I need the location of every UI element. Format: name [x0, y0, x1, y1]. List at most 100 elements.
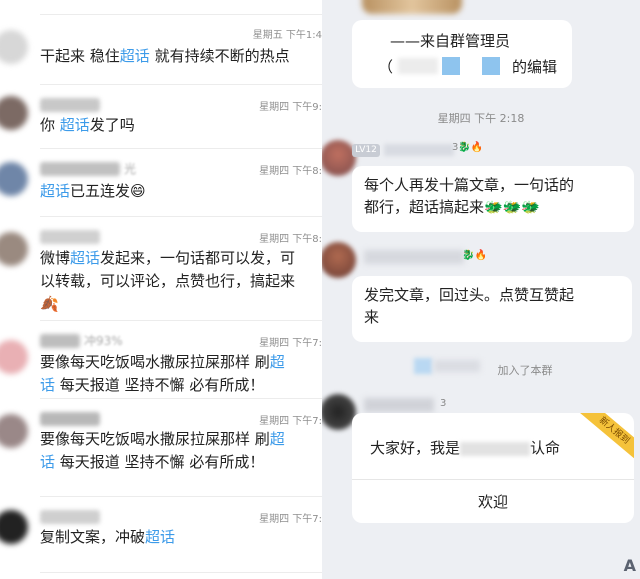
topic-link[interactable]: 超话 — [120, 47, 150, 65]
avatar[interactable] — [0, 30, 28, 64]
admin-edit-text: 的编辑 — [512, 58, 558, 76]
badge-icons-1: 3🐉🔥 — [452, 142, 484, 153]
welcome-greeting: 大家好，我是 认命 — [370, 437, 560, 458]
avatar[interactable] — [0, 162, 28, 196]
level-badge: LV12 — [352, 144, 380, 157]
text-run: 以转载，可以评论，点赞也行，搞起来 — [40, 272, 296, 290]
topic-link[interactable]: 话 — [40, 376, 55, 394]
avatar[interactable] — [0, 340, 28, 374]
username-redacted — [40, 162, 120, 176]
comment-text: 🍂 — [40, 293, 59, 316]
comment-time: 星期四 下午7: — [259, 514, 322, 525]
card-divider — [352, 479, 634, 480]
topic-link[interactable]: 超话 — [145, 528, 175, 546]
message-2-line2: 来 — [364, 308, 380, 326]
avatar[interactable] — [0, 510, 28, 544]
username-redacted — [40, 412, 100, 426]
avatar[interactable] — [0, 232, 28, 266]
message-1-line2: 都行，超话搞起来🐲🐲🐲 — [364, 198, 541, 216]
avatar-2[interactable] — [322, 242, 356, 278]
new-member-ribbon: 新人报到 — [579, 413, 634, 462]
admin-paren: （ — [378, 58, 394, 76]
text-run: 🍂 — [40, 295, 59, 313]
comment-text: 超话已五连发😄 — [40, 180, 146, 203]
comment-text: 要像每天吃饭喝水撒尿拉屎那样 刷超 — [40, 351, 285, 374]
comment-time: 星期四 下午7: — [259, 338, 322, 349]
divider — [40, 496, 322, 497]
text-run: 干起来 稳住 — [40, 47, 120, 65]
comment-time: 星期四 下午8: — [259, 234, 322, 245]
text-run: 已五连发 — [70, 182, 131, 200]
name-redacted-3 — [364, 398, 434, 412]
text-run: 发了吗 — [89, 116, 135, 134]
text-run: 你 — [40, 116, 60, 134]
topic-link[interactable]: 超话 — [60, 116, 90, 134]
text-run: 😄 — [130, 182, 146, 200]
left-comment-list: 星期五 下午1:4 干起来 稳住超话 就有持续不断的热点 星期四 下午9: 你 超话发… — [0, 0, 322, 579]
username-redacted — [40, 98, 100, 112]
divider — [40, 148, 322, 149]
comment-time: 星期四 下午8: — [259, 166, 322, 177]
topic-link[interactable]: 超 — [270, 430, 285, 448]
top-partial-divider — [40, 14, 322, 15]
avatar-1[interactable] — [322, 140, 356, 176]
avatar[interactable] — [0, 96, 28, 130]
welcome-name-redacted — [460, 441, 531, 456]
text-run: 微博 — [40, 249, 71, 267]
divider — [40, 320, 322, 321]
timestamp-1: 星期四 下午 2:18 — [437, 112, 525, 125]
divider — [40, 216, 322, 217]
comment-text: 复制文案，冲破超话 — [40, 526, 175, 549]
comment-text: 微博超话发起来，一句话都可以发，可 — [40, 247, 295, 270]
chat-header-fragment — [362, 0, 462, 14]
avatar-3[interactable] — [322, 394, 356, 430]
text-run: 要像每天吃饭喝水撒尿拉屎那样 刷 — [40, 430, 270, 448]
welcome-tail-text: 认命 — [530, 439, 561, 457]
message-2-line1: 发完文章，回过头。点赞互赞起 — [364, 286, 575, 304]
badge-icons-2: 🐉🔥 — [462, 250, 487, 261]
message-bubble-1[interactable]: 每个人再发十篇文章，一句话的 都行，超话搞起来🐲🐲🐲 — [352, 166, 634, 232]
badge-icons-3: 3 — [440, 398, 447, 409]
divider — [40, 398, 322, 399]
divider — [40, 84, 322, 85]
message-bubble-2[interactable]: 发完文章，回过头。点赞互赞起 来 — [352, 276, 632, 342]
redacted-blue-2 — [482, 57, 500, 75]
redacted-box — [398, 58, 438, 74]
comment-text: 干起来 稳住超话 就有持续不断的热点 — [40, 45, 290, 68]
text-run: 发起来，一句话都可以发，可 — [100, 249, 296, 267]
comment-text: 话 每天报道 坚持不懈 必有所成！ — [40, 451, 264, 474]
text-run: 要像每天吃饭喝水撒尿拉屎那样 刷 — [40, 353, 270, 371]
topic-link[interactable]: 超 — [270, 353, 285, 371]
admin-signature-text: ——来自群管理员 — [390, 32, 511, 50]
welcome-card: 新人报到 大家好，我是 认命 欢迎 — [352, 413, 634, 523]
redacted-blue-1 — [442, 57, 460, 75]
comment-text: 话 每天报道 坚持不懈 必有所成！ — [40, 374, 264, 397]
username-text: 光 — [124, 162, 137, 176]
avatar[interactable] — [0, 414, 28, 448]
admin-edit-bubble: ——来自群管理员 （ 的编辑 — [352, 20, 572, 88]
username-redacted — [40, 334, 80, 348]
welcome-button[interactable]: 欢迎 — [352, 491, 634, 512]
text-run: 复制文案，冲破 — [40, 528, 146, 546]
comment-text: 要像每天吃饭喝水撒尿拉屎那样 刷超 — [40, 428, 285, 451]
message-1-line1: 每个人再发十篇文章，一句话的 — [364, 176, 575, 194]
name-redacted-1 — [384, 144, 454, 156]
username-redacted — [40, 230, 100, 244]
username-redacted — [40, 510, 100, 524]
topic-link[interactable]: 超话 — [40, 182, 70, 200]
text-run: 每天报道 坚持不懈 必有所成！ — [55, 376, 265, 394]
comment-time: 星期四 下午7: — [259, 416, 322, 427]
welcome-greet-text: 大家好，我是 — [370, 439, 461, 457]
right-group-chat: ——来自群管理员 （ 的编辑 星期四 下午 2:18 LV12 3🐉🔥 每个人再… — [322, 0, 640, 579]
join-notice: 加入了本群 — [497, 364, 553, 377]
topic-link[interactable]: 超话 — [70, 249, 100, 267]
topic-link[interactable]: 话 — [40, 453, 55, 471]
username-text: 冲93% — [84, 334, 123, 348]
text-run: 每天报道 坚持不懈 必有所成！ — [55, 453, 265, 471]
comment-time: 星期四 下午9: — [259, 102, 322, 113]
comment-time: 星期五 下午1:4 — [252, 30, 322, 41]
text-run: 就有持续不断的热点 — [149, 47, 290, 65]
corner-logo: A — [623, 556, 636, 575]
comment-text: 你 超话发了吗 — [40, 114, 135, 137]
comment-text: 以转载，可以评论，点赞也行，搞起来 — [40, 270, 295, 293]
